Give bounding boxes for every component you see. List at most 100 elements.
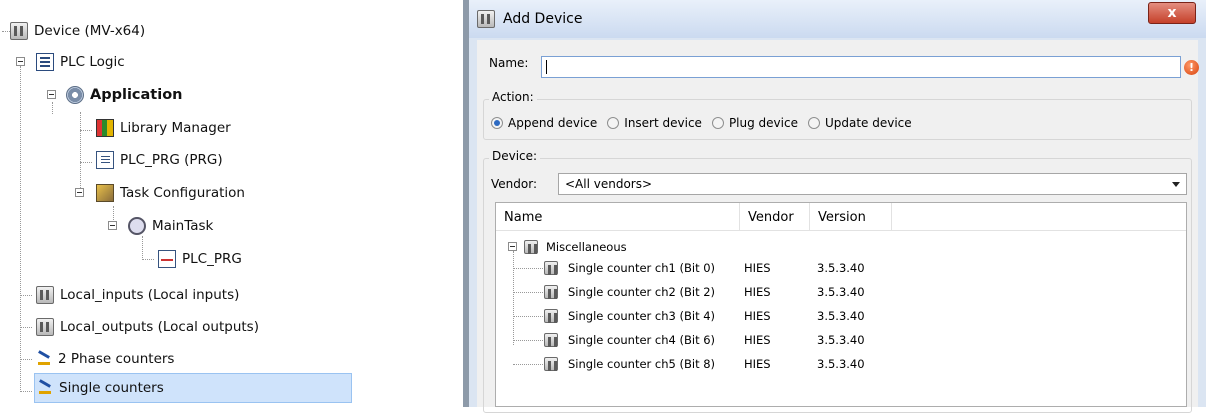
tree-item-label: Local_inputs (Local inputs) (60, 287, 240, 303)
vendor-label: Vendor: (491, 177, 537, 191)
tree-item-library-manager[interactable]: Library Manager (96, 113, 231, 143)
plc-logic-icon (36, 53, 54, 71)
device-row[interactable]: Single counter ch4 (Bit 6) HIES 3.5.3.40 (544, 328, 1184, 352)
tree-item-device[interactable]: Device (MV-x64) (10, 16, 145, 46)
column-header-version[interactable]: Version (810, 203, 892, 231)
tree-item-task-configuration[interactable]: Task Configuration (96, 178, 245, 208)
tree-item-application[interactable]: Application (66, 80, 183, 110)
radio-label: Plug device (728, 116, 798, 130)
close-button[interactable]: x (1148, 2, 1196, 24)
dialog-title-bar[interactable]: Add Device x (469, 0, 1206, 38)
device-icon (544, 357, 558, 371)
device-icon (544, 285, 558, 299)
dialog-title: Add Device (503, 11, 583, 27)
device-name: Single counter ch3 (Bit 4) (568, 309, 716, 323)
device-version: 3.5.3.40 (817, 261, 865, 275)
tree-item-plc-prg[interactable]: PLC_PRG (PRG) (96, 145, 223, 175)
tree-item-single-counters[interactable]: Single counters (34, 373, 352, 403)
vendor-select-value: <All vendors> (565, 177, 653, 191)
device-vendor: HIES (744, 285, 771, 299)
tree-connector (513, 268, 543, 269)
tree-item-local-inputs[interactable]: Local_inputs (Local inputs) (36, 280, 239, 310)
text-caret (546, 60, 547, 74)
close-icon: x (1167, 5, 1177, 21)
radio-plug-device[interactable]: Plug device (711, 116, 798, 130)
radio-label: Insert device (624, 116, 702, 130)
collapse-application-toggle[interactable] (47, 90, 56, 99)
category-label: Miscellaneous (546, 240, 627, 254)
device-icon (477, 10, 495, 28)
tree-item-label: MainTask (152, 218, 214, 234)
tree-connector (52, 102, 53, 114)
tree-connector (513, 316, 543, 317)
device-icon (544, 333, 558, 347)
device-icon (10, 22, 28, 40)
collapse-task-config-toggle[interactable] (75, 188, 84, 197)
tree-item-2-phase-counters[interactable]: 2 Phase counters (36, 344, 174, 374)
error-icon: ! (1184, 60, 1199, 75)
name-input[interactable] (541, 56, 1181, 78)
collapse-miscellaneous-toggle[interactable] (508, 242, 517, 251)
device-row[interactable]: Single counter ch1 (Bit 0) HIES 3.5.3.40 (544, 256, 1184, 280)
device-list: Name Vendor Version Miscellaneous Single… (495, 202, 1187, 407)
device-vendor: HIES (744, 333, 771, 347)
column-header-vendor[interactable]: Vendor (740, 203, 810, 231)
radio-label: Append device (508, 116, 598, 130)
radio-button[interactable] (491, 117, 503, 129)
tree-connector (142, 259, 154, 260)
tree-connector (20, 295, 32, 296)
device-icon (36, 286, 54, 304)
tree-item-label: PLC_PRG (182, 251, 242, 267)
tree-item-maintask[interactable]: MainTask (128, 211, 213, 241)
device-row[interactable]: Single counter ch5 (Bit 8) HIES 3.5.3.40 (544, 352, 1184, 376)
maintask-icon (128, 217, 146, 235)
device-vendor: HIES (744, 357, 771, 371)
vendor-select[interactable]: <All vendors> (558, 173, 1187, 195)
tree-item-label: Application (90, 87, 183, 103)
device-version: 3.5.3.40 (817, 333, 865, 347)
device-version: 3.5.3.40 (817, 285, 865, 299)
tree-item-label: Single counters (59, 380, 164, 396)
device-row[interactable]: Single counter ch2 (Bit 2) HIES 3.5.3.40 (544, 280, 1184, 304)
device-icon (36, 318, 54, 336)
tree-connector (20, 327, 32, 328)
radio-button[interactable] (711, 117, 724, 129)
radio-label: Update device (824, 116, 912, 130)
radio-button[interactable] (807, 117, 820, 129)
tree-item-plc-prg-call[interactable]: PLC_PRG (158, 244, 242, 274)
tree-item-label: Library Manager (120, 120, 231, 136)
program-doc-icon (96, 151, 114, 169)
collapse-maintask-toggle[interactable] (108, 221, 117, 230)
tree-item-label: PLC_PRG (PRG) (120, 152, 223, 168)
device-name: Single counter ch2 (Bit 2) (568, 285, 716, 299)
tree-item-label: Local_outputs (Local outputs) (60, 319, 259, 335)
tree-connector (20, 66, 21, 392)
tree-item-plc-logic[interactable]: PLC Logic (36, 47, 125, 77)
task-config-icon (96, 184, 114, 202)
list-header: Name Vendor Version (496, 203, 1186, 231)
device-name: Single counter ch4 (Bit 6) (568, 333, 716, 347)
chevron-down-icon[interactable] (1172, 182, 1180, 187)
collapse-plc-logic-toggle[interactable] (16, 57, 25, 66)
library-books-icon (96, 119, 114, 137)
tree-connector (513, 340, 543, 341)
tree-connector (513, 364, 543, 365)
tree-connector (20, 359, 32, 360)
name-label-text: Name: (489, 56, 529, 70)
device-version: 3.5.3.40 (817, 309, 865, 323)
counter-icon (36, 351, 52, 367)
radio-append-device[interactable]: Append device (491, 116, 597, 130)
radio-button[interactable] (607, 117, 620, 129)
column-header-name[interactable]: Name (496, 203, 740, 231)
tree-item-local-outputs[interactable]: Local_outputs (Local outputs) (36, 312, 259, 342)
device-row[interactable]: Single counter ch3 (Bit 4) HIES 3.5.3.40 (544, 304, 1184, 328)
tree-connector (80, 130, 92, 131)
program-call-icon (158, 250, 176, 268)
device-icon (524, 240, 538, 254)
radio-insert-device[interactable]: Insert device (607, 116, 702, 130)
tree-connector (80, 162, 92, 163)
device-version: 3.5.3.40 (817, 357, 865, 371)
radio-update-device[interactable]: Update device (807, 116, 912, 130)
tree-connector (513, 251, 514, 345)
device-vendor: HIES (744, 261, 771, 275)
